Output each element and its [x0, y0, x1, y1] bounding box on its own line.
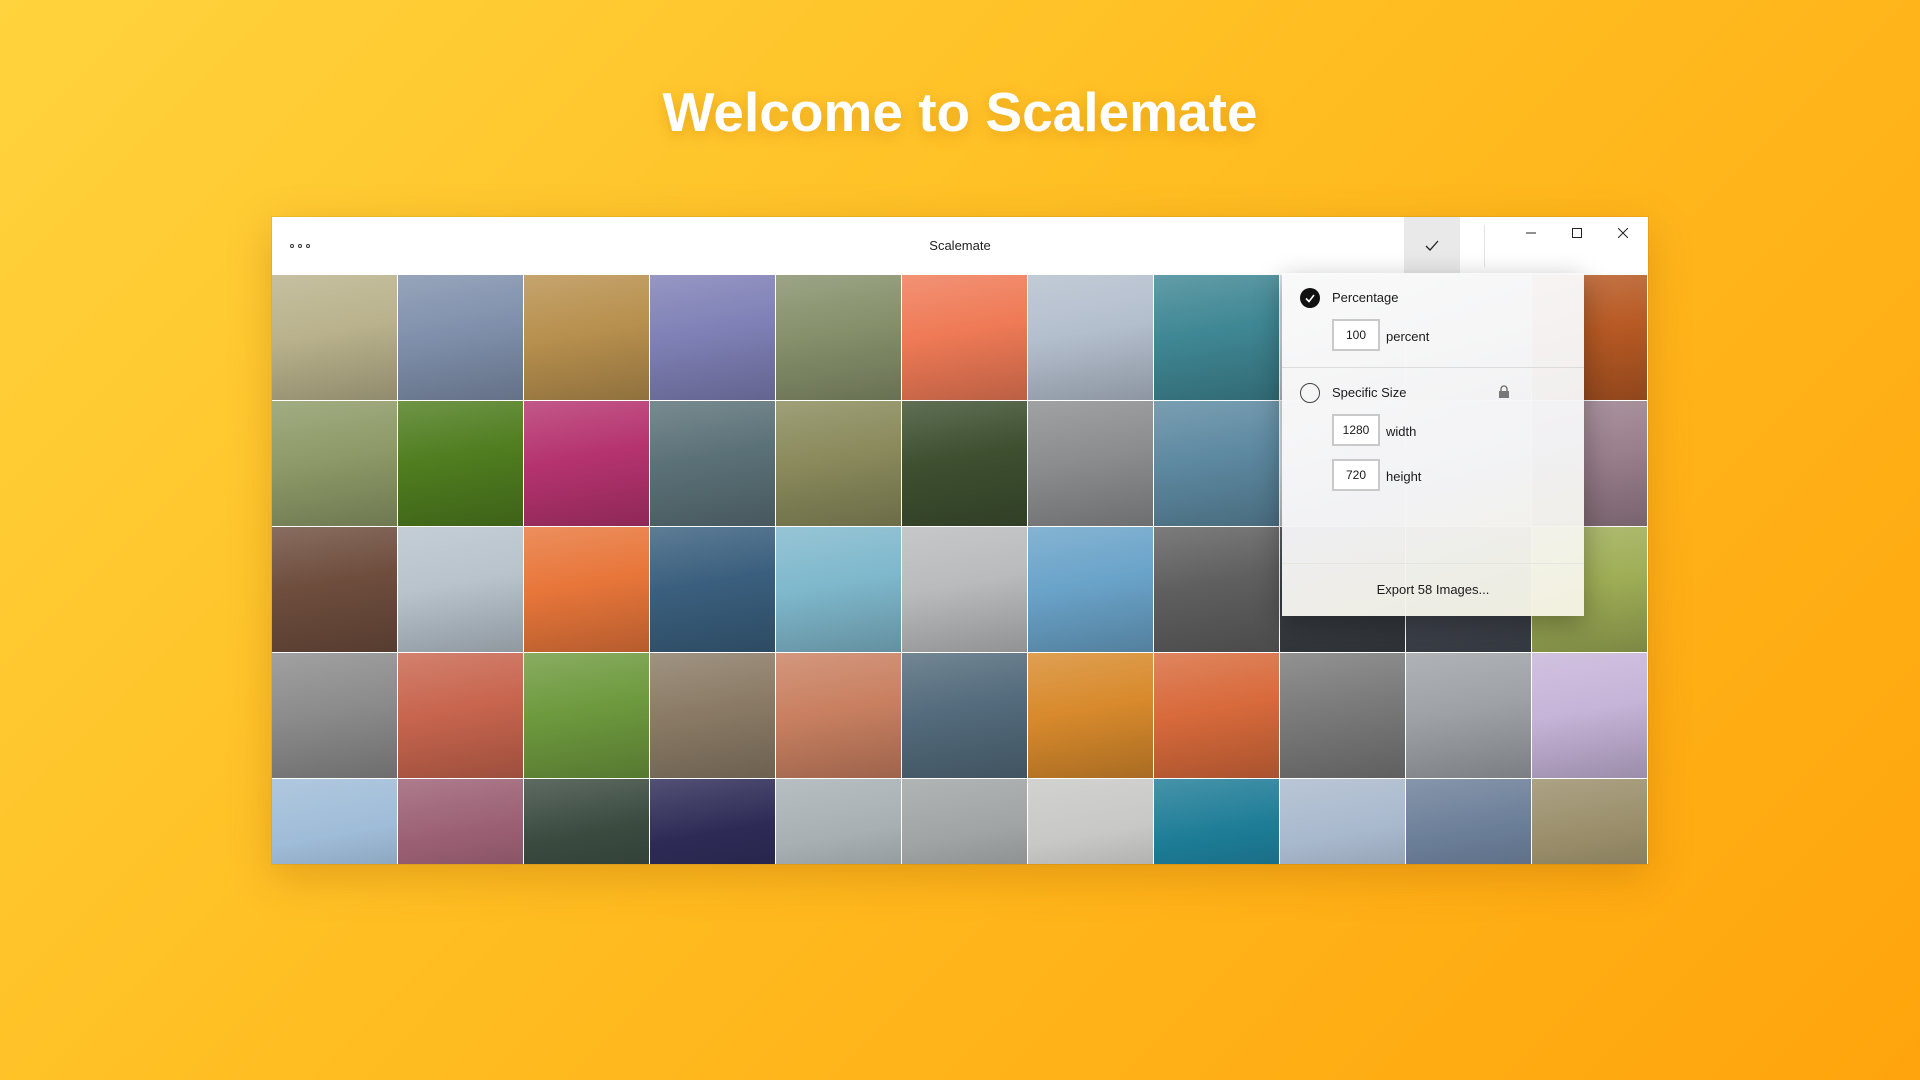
- gallery-thumbnail[interactable]: [1532, 653, 1648, 779]
- gallery-thumbnail[interactable]: [902, 401, 1028, 527]
- gallery-thumbnail[interactable]: [398, 653, 524, 779]
- maximize-button[interactable]: [1554, 217, 1600, 249]
- percentage-label: Percentage: [1332, 290, 1399, 305]
- gallery-thumbnail[interactable]: [776, 527, 902, 653]
- gallery-thumbnail[interactable]: [272, 779, 398, 864]
- lock-icon[interactable]: [1498, 385, 1510, 399]
- checkmark-icon: [1305, 294, 1315, 303]
- gallery-thumbnail[interactable]: [650, 275, 776, 401]
- gallery-thumbnail[interactable]: [1028, 275, 1154, 401]
- popup-divider: [1282, 367, 1584, 368]
- percent-input[interactable]: [1332, 319, 1380, 351]
- gallery-thumbnail[interactable]: [776, 779, 902, 864]
- percentage-radio[interactable]: [1300, 288, 1320, 308]
- gallery-thumbnail[interactable]: [902, 779, 1028, 864]
- gallery-thumbnail[interactable]: [524, 401, 650, 527]
- gallery-thumbnail[interactable]: [1028, 653, 1154, 779]
- height-unit-label: height: [1386, 469, 1422, 484]
- gallery-thumbnail[interactable]: [1406, 653, 1532, 779]
- width-unit-label: width: [1386, 424, 1417, 439]
- gallery-thumbnail[interactable]: [1154, 275, 1280, 401]
- gallery-thumbnail[interactable]: [776, 653, 902, 779]
- gallery-thumbnail[interactable]: [650, 779, 776, 864]
- gallery-thumbnail[interactable]: [1154, 401, 1280, 527]
- close-button[interactable]: [1600, 217, 1646, 249]
- gallery-thumbnail[interactable]: [398, 401, 524, 527]
- specific-size-label: Specific Size: [1332, 385, 1407, 400]
- percent-unit-label: percent: [1386, 329, 1430, 344]
- gallery-thumbnail[interactable]: [902, 275, 1028, 401]
- minimize-button[interactable]: [1508, 217, 1554, 249]
- gallery-thumbnail[interactable]: [1280, 653, 1406, 779]
- gallery-thumbnail[interactable]: [1154, 527, 1280, 653]
- gallery-thumbnail[interactable]: [272, 527, 398, 653]
- maximize-icon: [1572, 228, 1582, 238]
- width-input[interactable]: [1332, 414, 1380, 446]
- gallery-thumbnail[interactable]: [1154, 653, 1280, 779]
- gallery-thumbnail[interactable]: [524, 653, 650, 779]
- gallery-thumbnail[interactable]: [1154, 779, 1280, 864]
- app-window: Scalemate Percentage 100 percent Specifi…: [272, 217, 1648, 864]
- gallery-thumbnail[interactable]: [650, 401, 776, 527]
- gallery-thumbnail[interactable]: [398, 527, 524, 653]
- gallery-thumbnail[interactable]: [1406, 779, 1532, 864]
- gallery-thumbnail[interactable]: [902, 527, 1028, 653]
- gallery-thumbnail[interactable]: [524, 527, 650, 653]
- gallery-thumbnail[interactable]: [1532, 779, 1648, 864]
- gallery-thumbnail[interactable]: [902, 653, 1028, 779]
- gallery-thumbnail[interactable]: [398, 275, 524, 401]
- specific-size-radio[interactable]: [1300, 383, 1320, 403]
- gallery-thumbnail[interactable]: [1028, 401, 1154, 527]
- gallery-thumbnail[interactable]: [776, 275, 902, 401]
- gallery-thumbnail[interactable]: [1028, 779, 1154, 864]
- title-bar-divider: [1484, 225, 1485, 267]
- gallery-thumbnail[interactable]: [398, 779, 524, 864]
- minimize-icon: [1526, 232, 1536, 234]
- gallery-thumbnail[interactable]: [776, 401, 902, 527]
- apply-button[interactable]: [1404, 217, 1460, 275]
- title-bar: Scalemate: [272, 217, 1648, 275]
- gallery-thumbnail[interactable]: [650, 527, 776, 653]
- gallery-thumbnail[interactable]: [650, 653, 776, 779]
- welcome-title: Welcome to Scalemate: [662, 81, 1258, 143]
- gallery-thumbnail[interactable]: [1280, 779, 1406, 864]
- gallery-thumbnail[interactable]: [272, 401, 398, 527]
- close-icon: [1618, 228, 1628, 238]
- gallery-thumbnail[interactable]: [1028, 527, 1154, 653]
- gallery-thumbnail[interactable]: [524, 779, 650, 864]
- export-images-button[interactable]: Export 58 Images...: [1282, 564, 1584, 616]
- gallery-thumbnail[interactable]: [272, 275, 398, 401]
- resize-options-popup: Percentage percent Specific Size width h…: [1282, 273, 1584, 616]
- gallery-thumbnail[interactable]: [272, 653, 398, 779]
- gallery-thumbnail[interactable]: [524, 275, 650, 401]
- checkmark-icon: [1425, 240, 1439, 251]
- height-input[interactable]: [1332, 459, 1380, 491]
